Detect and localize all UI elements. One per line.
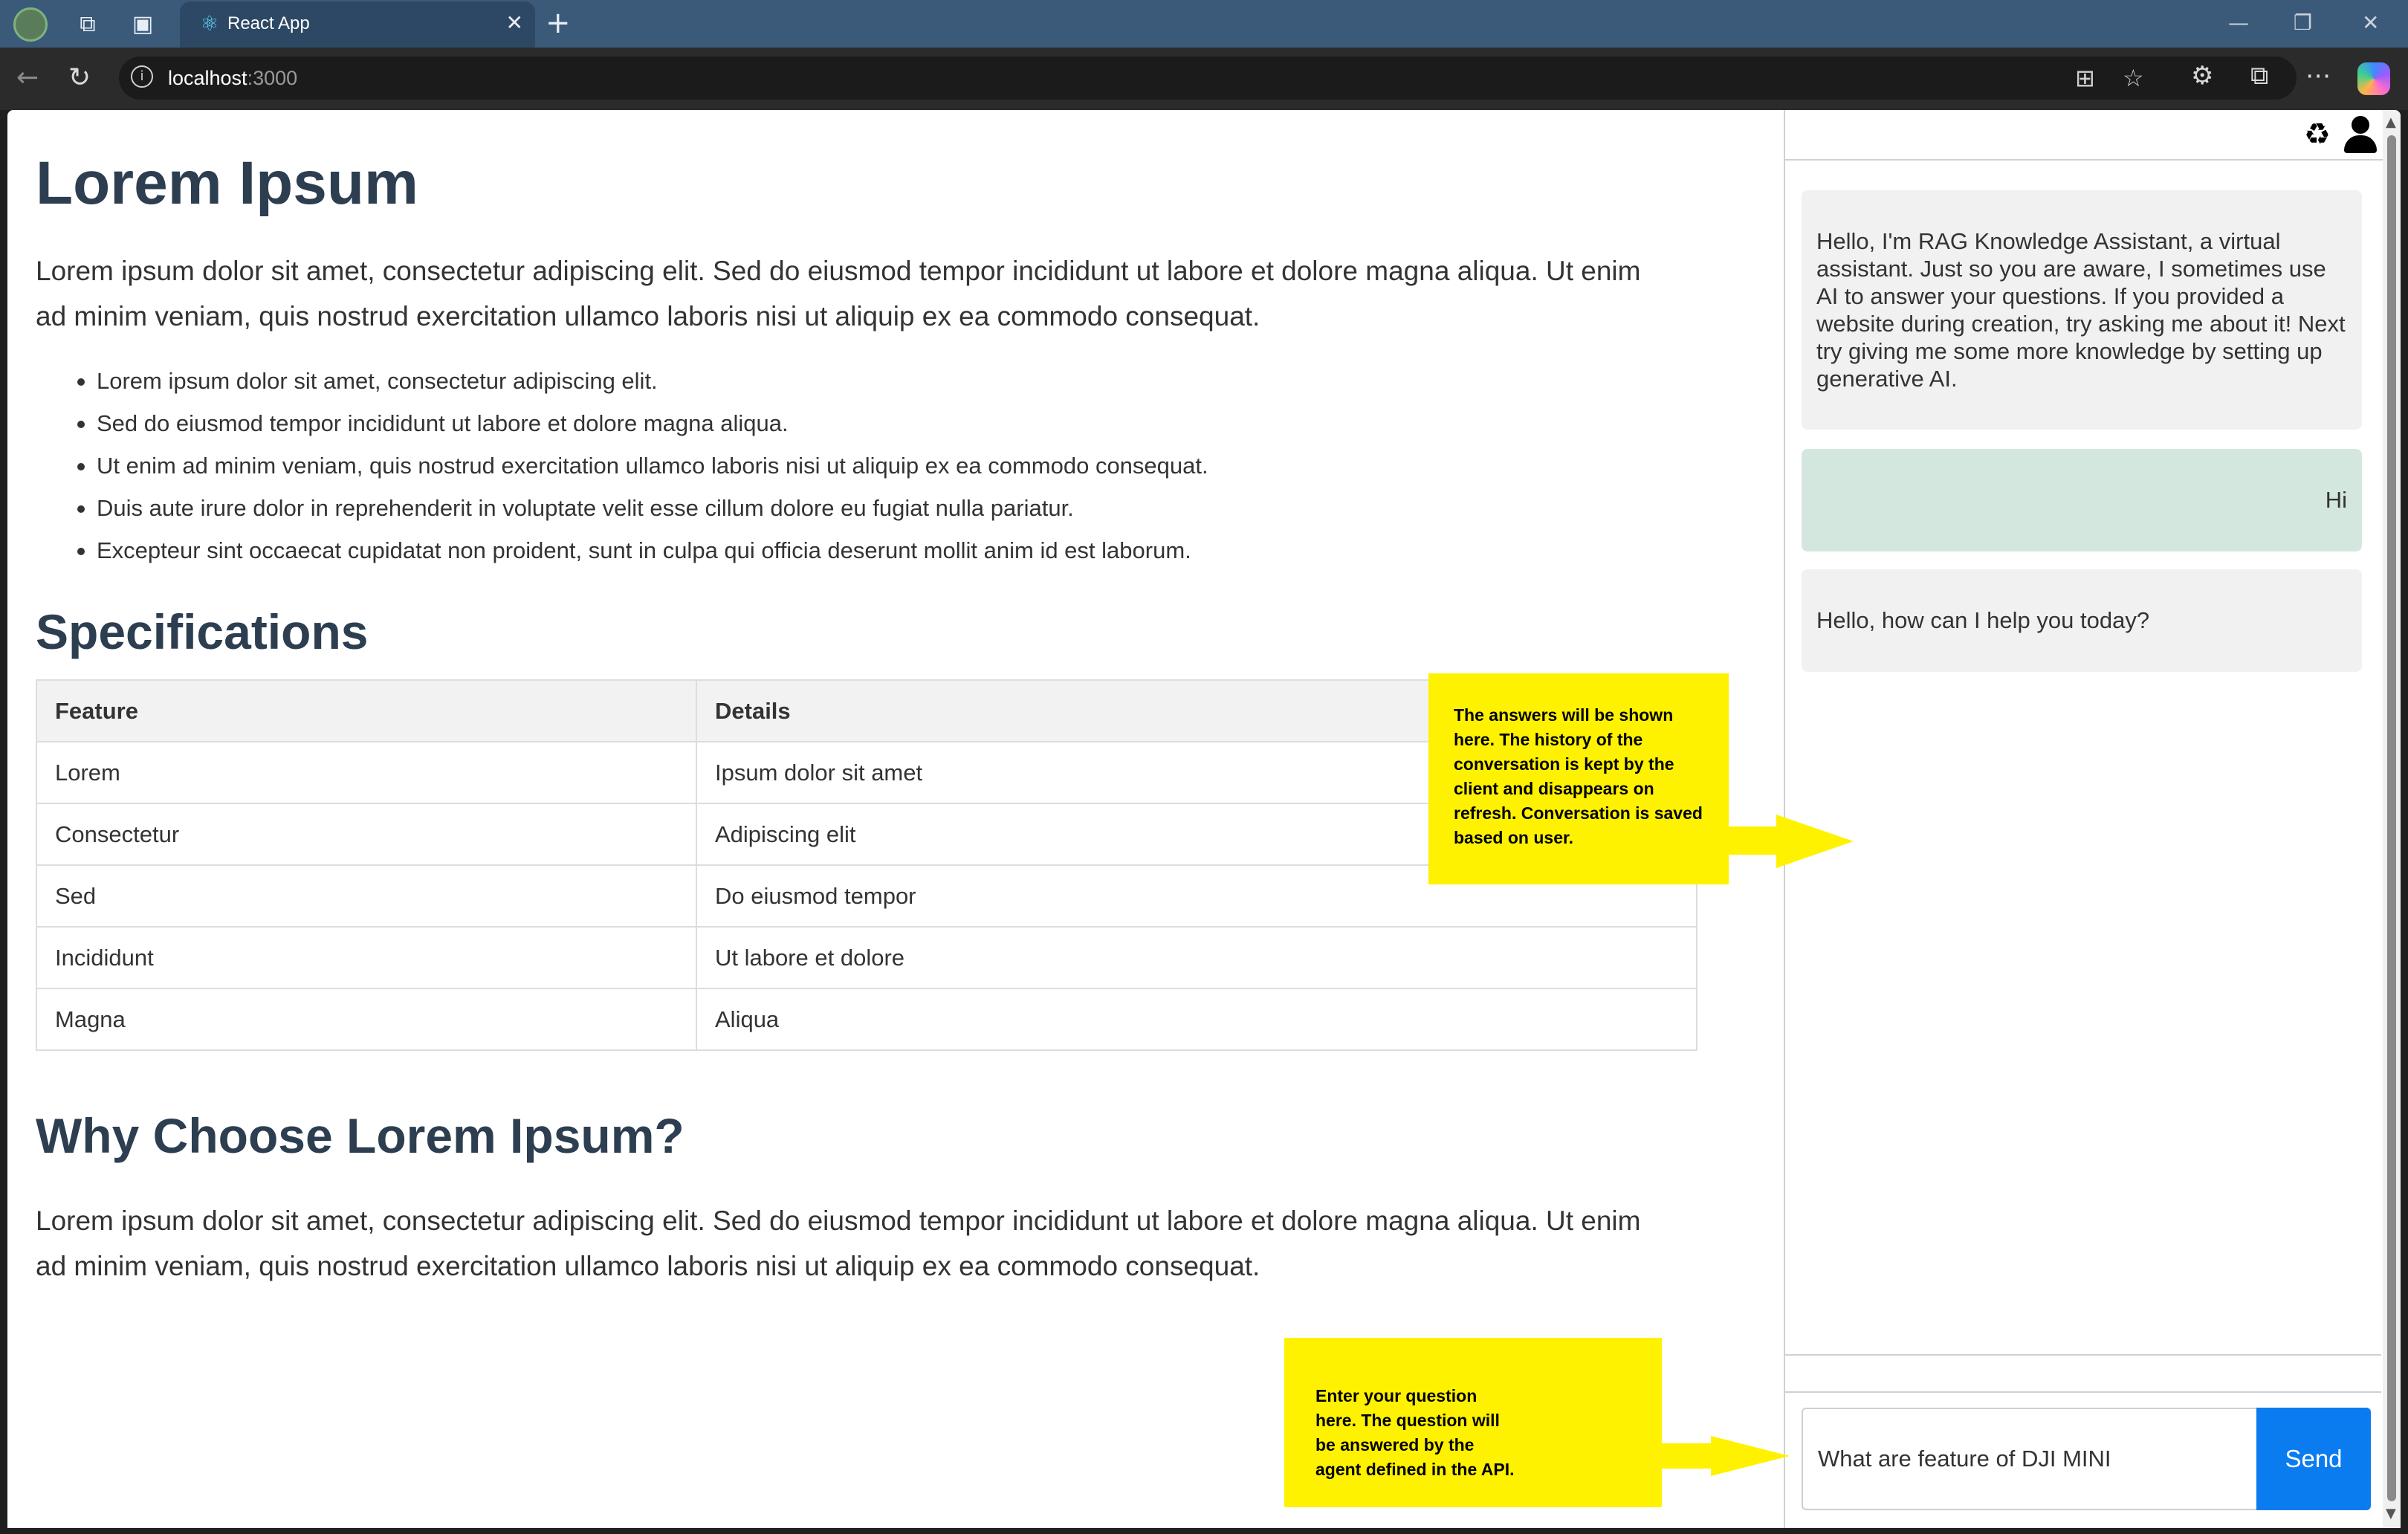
browser-tab-strip: ⧉ ▣ ⚛ React App ✕ + — ❐ ✕	[0, 0, 2408, 48]
page-viewport: Lorem Ipsum Lorem ipsum dolor sit amet, …	[7, 110, 2401, 1528]
profile-avatar-icon[interactable]	[13, 7, 48, 42]
intro-paragraph: Lorem ipsum dolor sit amet, consectetur …	[36, 256, 1641, 331]
table-cell: Sed	[36, 864, 697, 928]
table-cell: Magna	[36, 988, 697, 1051]
why-choose-heading: Why Choose Lorem Ipsum?	[36, 1108, 684, 1163]
list-item: Sed do eiusmod tempor incididunt ut labo…	[77, 402, 1208, 444]
question-callout-note: Enter your question here. The question w…	[1284, 1338, 1662, 1507]
table-cell: Incididunt	[36, 926, 697, 989]
page-scrollbar[interactable]: ▲ ▼	[2383, 110, 2401, 1528]
copilot-icon[interactable]	[2357, 62, 2390, 95]
minimize-icon[interactable]: —	[2228, 10, 2249, 35]
refresh-icon[interactable]: ↻	[68, 62, 91, 93]
url-host: localhost	[168, 67, 247, 89]
column-header: Feature	[36, 679, 697, 742]
address-bar[interactable]: i localhost:3000 ⊞ ☆	[119, 56, 2297, 100]
chat-input-bar: Send	[1785, 1391, 2381, 1528]
table-row: Incididunt Ut labore et dolore	[36, 926, 1697, 989]
user-message: Hi	[1802, 449, 2362, 551]
table-cell: Lorem	[36, 741, 697, 804]
list-item: Ut enim ad minim veniam, quis nostrud ex…	[77, 444, 1208, 487]
table-cell: Consectetur	[36, 803, 697, 866]
scroll-up-icon[interactable]: ▲	[2386, 114, 2396, 130]
react-favicon-icon: ⚛	[200, 11, 219, 36]
question-callout-arrow-icon	[1711, 1436, 1790, 1476]
why-choose-paragraph: Lorem ipsum dolor sit amet, consectetur …	[36, 1205, 1641, 1281]
restore-icon[interactable]: ❐	[2294, 10, 2312, 35]
list-item: Lorem ipsum dolor sit amet, consectetur …	[77, 360, 1208, 402]
answers-callout-arrow-icon	[1776, 815, 1854, 868]
bot-message: Hello, how can I help you today?	[1802, 569, 2362, 672]
close-tab-icon[interactable]: ✕	[506, 10, 523, 35]
user-icon[interactable]	[2343, 116, 2378, 153]
list-item: Excepteur sint occaecat cupidatat non pr…	[77, 529, 1208, 572]
question-input[interactable]	[1802, 1408, 2256, 1510]
close-window-icon[interactable]: ✕	[2362, 10, 2379, 35]
answers-callout-arrow-shaft	[1729, 826, 1778, 855]
url-text: localhost:3000	[168, 67, 297, 90]
answers-callout-note: The answers will be shown here. The hist…	[1428, 673, 1729, 884]
table-cell: Ut labore et dolore	[696, 926, 1697, 989]
user-icon-body	[2344, 135, 2377, 153]
chat-panel: ♻ Hello, I'm RAG Knowledge Assistant, a …	[1784, 110, 2383, 1528]
scroll-down-icon[interactable]: ▼	[2386, 1506, 2396, 1521]
table-cell: Aliqua	[696, 988, 1697, 1051]
collections-icon[interactable]: ⧉	[2250, 61, 2268, 91]
url-port: :3000	[247, 67, 298, 89]
extensions-icon[interactable]: ⚙	[2191, 61, 2213, 91]
browser-toolbar: ← ↻ i localhost:3000 ⊞ ☆ ⚙ ⧉ ⋯	[0, 48, 2408, 110]
browser-tab-active[interactable]: ⚛ React App ✕	[180, 1, 535, 48]
page-title: Lorem Ipsum	[36, 149, 418, 217]
more-icon[interactable]: ⋯	[2305, 61, 2331, 91]
vertical-tabs-icon[interactable]: ▣	[126, 7, 159, 40]
back-icon[interactable]: ←	[16, 62, 39, 93]
tab-title: React App	[227, 13, 310, 33]
workspaces-icon[interactable]: ⧉	[71, 7, 104, 40]
question-callout-arrow-shaft	[1662, 1443, 1712, 1469]
specifications-heading: Specifications	[36, 604, 369, 659]
table-row: Magna Aliqua	[36, 988, 1697, 1051]
chat-header: ♻	[1785, 110, 2383, 161]
list-item: Duis aute irure dolor in reprehenderit i…	[77, 487, 1208, 529]
recycle-icon[interactable]: ♻	[2304, 117, 2331, 152]
bot-message: Hello, I'm RAG Knowledge Assistant, a vi…	[1802, 190, 2362, 430]
scrollbar-thumb[interactable]	[2387, 135, 2396, 1501]
send-button[interactable]: Send	[2256, 1408, 2371, 1510]
user-icon-head	[2352, 116, 2369, 134]
feature-list: Lorem ipsum dolor sit amet, consectetur …	[77, 360, 1208, 572]
new-tab-icon[interactable]: +	[546, 6, 571, 40]
favorite-star-icon[interactable]: ☆	[2123, 64, 2144, 92]
chat-message-list: Hello, I'm RAG Knowledge Assistant, a vi…	[1785, 161, 2381, 1356]
app-available-icon[interactable]: ⊞	[2075, 64, 2095, 92]
site-info-icon[interactable]: i	[131, 65, 153, 88]
